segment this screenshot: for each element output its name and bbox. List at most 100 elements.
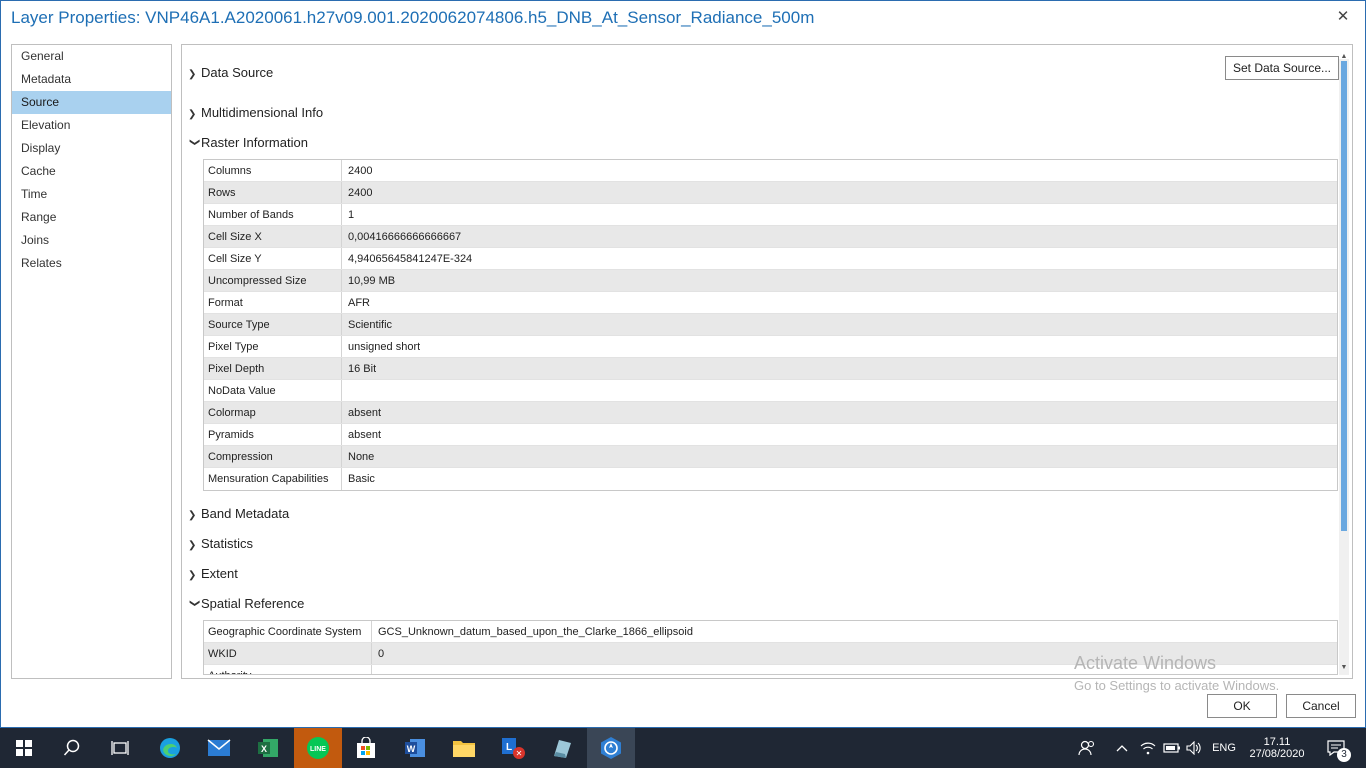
section-label: Band Metadata bbox=[201, 506, 290, 521]
section-statistics[interactable]: ❯ Statistics bbox=[188, 536, 253, 551]
svg-text:X: X bbox=[261, 744, 267, 754]
section-label: Spatial Reference bbox=[201, 596, 305, 611]
mail-icon[interactable] bbox=[195, 728, 243, 768]
row-value: GCS_Unknown_datum_based_upon_the_Clarke_… bbox=[378, 626, 693, 638]
table-row: Uncompressed Size 10,99 MB bbox=[204, 270, 1337, 292]
notification-badge: 3 bbox=[1337, 748, 1351, 762]
battery-icon[interactable] bbox=[1161, 728, 1183, 768]
section-data-source[interactable]: ❯ Data Source bbox=[188, 65, 273, 80]
scroll-up-icon[interactable]: ▲ bbox=[1340, 53, 1348, 61]
section-multidimensional-info[interactable]: ❯ Multidimensional Info bbox=[188, 105, 323, 120]
file-explorer-icon[interactable] bbox=[440, 728, 488, 768]
remote-app-icon[interactable] bbox=[538, 728, 586, 768]
row-value: 10,99 MB bbox=[348, 275, 396, 287]
activate-windows-subtitle: Go to Settings to activate Windows. bbox=[1074, 678, 1280, 693]
svg-text:L: L bbox=[506, 742, 512, 753]
people-icon[interactable] bbox=[1072, 728, 1102, 768]
scroll-down-icon[interactable]: ▼ bbox=[1340, 664, 1348, 672]
row-key: Cell Size Y bbox=[204, 248, 342, 269]
line-app-icon[interactable]: LINE bbox=[294, 728, 342, 768]
row-key: Cell Size X bbox=[204, 226, 342, 247]
svg-text:W: W bbox=[407, 744, 416, 754]
close-icon[interactable]: ✕ bbox=[1333, 7, 1353, 27]
table-row: Format AFR bbox=[204, 292, 1337, 314]
activate-windows-title: Activate Windows bbox=[1074, 653, 1217, 673]
chevron-up-icon[interactable] bbox=[1112, 728, 1132, 768]
search-icon[interactable] bbox=[48, 728, 96, 768]
section-label: Multidimensional Info bbox=[201, 105, 324, 120]
volume-icon[interactable] bbox=[1183, 728, 1205, 768]
row-value: AFR bbox=[348, 297, 370, 309]
arcgis-pro-icon[interactable] bbox=[587, 728, 635, 768]
source-panel: Set Data Source... ❯ Data Source ❯ Multidi… bbox=[181, 44, 1353, 679]
table-row: Columns 2400 bbox=[204, 160, 1337, 182]
table-row: Cell Size Y 4,94065645841247E-324 bbox=[204, 248, 1337, 270]
chevron-right-icon: ❯ bbox=[188, 540, 197, 551]
word-icon[interactable]: W bbox=[391, 728, 439, 768]
row-value: absent bbox=[348, 407, 382, 419]
svg-text:✕: ✕ bbox=[516, 749, 523, 758]
nav-item-metadata[interactable]: Metadata bbox=[12, 68, 171, 91]
excel-icon[interactable]: X bbox=[244, 728, 292, 768]
ok-button[interactable]: OK bbox=[1207, 694, 1277, 718]
row-value bbox=[342, 380, 348, 401]
edge-browser-icon[interactable] bbox=[146, 728, 194, 768]
row-value: Scientific bbox=[348, 319, 393, 331]
clock[interactable]: 17.11 27/08/2020 bbox=[1244, 728, 1310, 768]
svg-text:LINE: LINE bbox=[310, 746, 326, 753]
table-row: Pixel Type unsigned short bbox=[204, 336, 1337, 358]
section-label: Raster Information bbox=[201, 135, 308, 150]
dialog-title: Layer Properties: VNP46A1.A2020061.h27v0… bbox=[11, 8, 815, 27]
chevron-right-icon: ❯ bbox=[188, 109, 197, 120]
section-extent[interactable]: ❯ Extent bbox=[188, 566, 238, 581]
row-key: Rows bbox=[204, 182, 342, 203]
nav-item-joins[interactable]: Joins bbox=[12, 229, 171, 252]
row-key: Geographic Coordinate System bbox=[204, 621, 372, 642]
windows-start-icon[interactable] bbox=[0, 728, 48, 768]
nav-item-elevation[interactable]: Elevation bbox=[12, 114, 171, 137]
section-band-metadata[interactable]: ❯ Band Metadata bbox=[188, 506, 289, 521]
row-key: WKID bbox=[204, 643, 372, 664]
raster-info-table: Columns 2400 Rows 2400 Number of Bands 1 Cell … bbox=[203, 159, 1338, 491]
nav-item-range[interactable]: Range bbox=[12, 206, 171, 229]
section-label: Data Source bbox=[201, 65, 274, 80]
store-icon[interactable] bbox=[342, 728, 390, 768]
table-row: NoData Value bbox=[204, 380, 1337, 402]
nav-item-relates[interactable]: Relates bbox=[12, 252, 171, 275]
table-row: Mensuration Capabilities Basic bbox=[204, 468, 1337, 490]
row-value: 2400 bbox=[348, 187, 373, 199]
table-row: Colormap absent bbox=[204, 402, 1337, 424]
row-key: Columns bbox=[204, 160, 342, 181]
nav-item-time[interactable]: Time bbox=[12, 183, 171, 206]
row-key: Authority bbox=[204, 665, 372, 674]
table-row: Cell Size X 0,00416666666666667 bbox=[204, 226, 1337, 248]
section-raster-information[interactable]: ❯Raster Information bbox=[188, 135, 308, 150]
chevron-down-icon: ❯ bbox=[189, 138, 200, 147]
table-row: Geographic Coordinate System GCS_Unknown_… bbox=[204, 621, 1337, 643]
language-indicator[interactable]: ENG bbox=[1208, 728, 1240, 768]
row-key: Pixel Depth bbox=[204, 358, 342, 379]
task-view-icon[interactable] bbox=[96, 728, 144, 768]
clock-time: 17.11 bbox=[1263, 736, 1291, 748]
row-key: Number of Bands bbox=[204, 204, 342, 225]
table-row: Compression None bbox=[204, 446, 1337, 468]
row-value bbox=[372, 665, 378, 674]
nav-item-general[interactable]: General bbox=[12, 45, 171, 68]
chevron-right-icon: ❯ bbox=[188, 570, 197, 581]
cancel-button[interactable]: Cancel bbox=[1286, 694, 1356, 718]
notifications-icon[interactable]: 3 bbox=[1318, 728, 1354, 768]
clock-date: 27/08/2020 bbox=[1249, 748, 1305, 760]
row-value: absent bbox=[348, 429, 382, 441]
nav-item-source[interactable]: Source bbox=[12, 91, 171, 114]
nav-item-display[interactable]: Display bbox=[12, 137, 171, 160]
section-spatial-reference[interactable]: ❯Spatial Reference bbox=[188, 596, 304, 611]
table-row: Rows 2400 bbox=[204, 182, 1337, 204]
nav-item-cache[interactable]: Cache bbox=[12, 160, 171, 183]
skype-business-icon[interactable]: L ✕ bbox=[489, 728, 537, 768]
scrollbar-thumb[interactable] bbox=[1341, 61, 1347, 531]
set-data-source-button[interactable]: Set Data Source... bbox=[1225, 56, 1339, 80]
wifi-icon[interactable] bbox=[1137, 728, 1159, 768]
row-value: 0,00416666666666667 bbox=[348, 231, 462, 243]
section-label: Statistics bbox=[201, 536, 254, 551]
row-key: Compression bbox=[204, 446, 342, 467]
